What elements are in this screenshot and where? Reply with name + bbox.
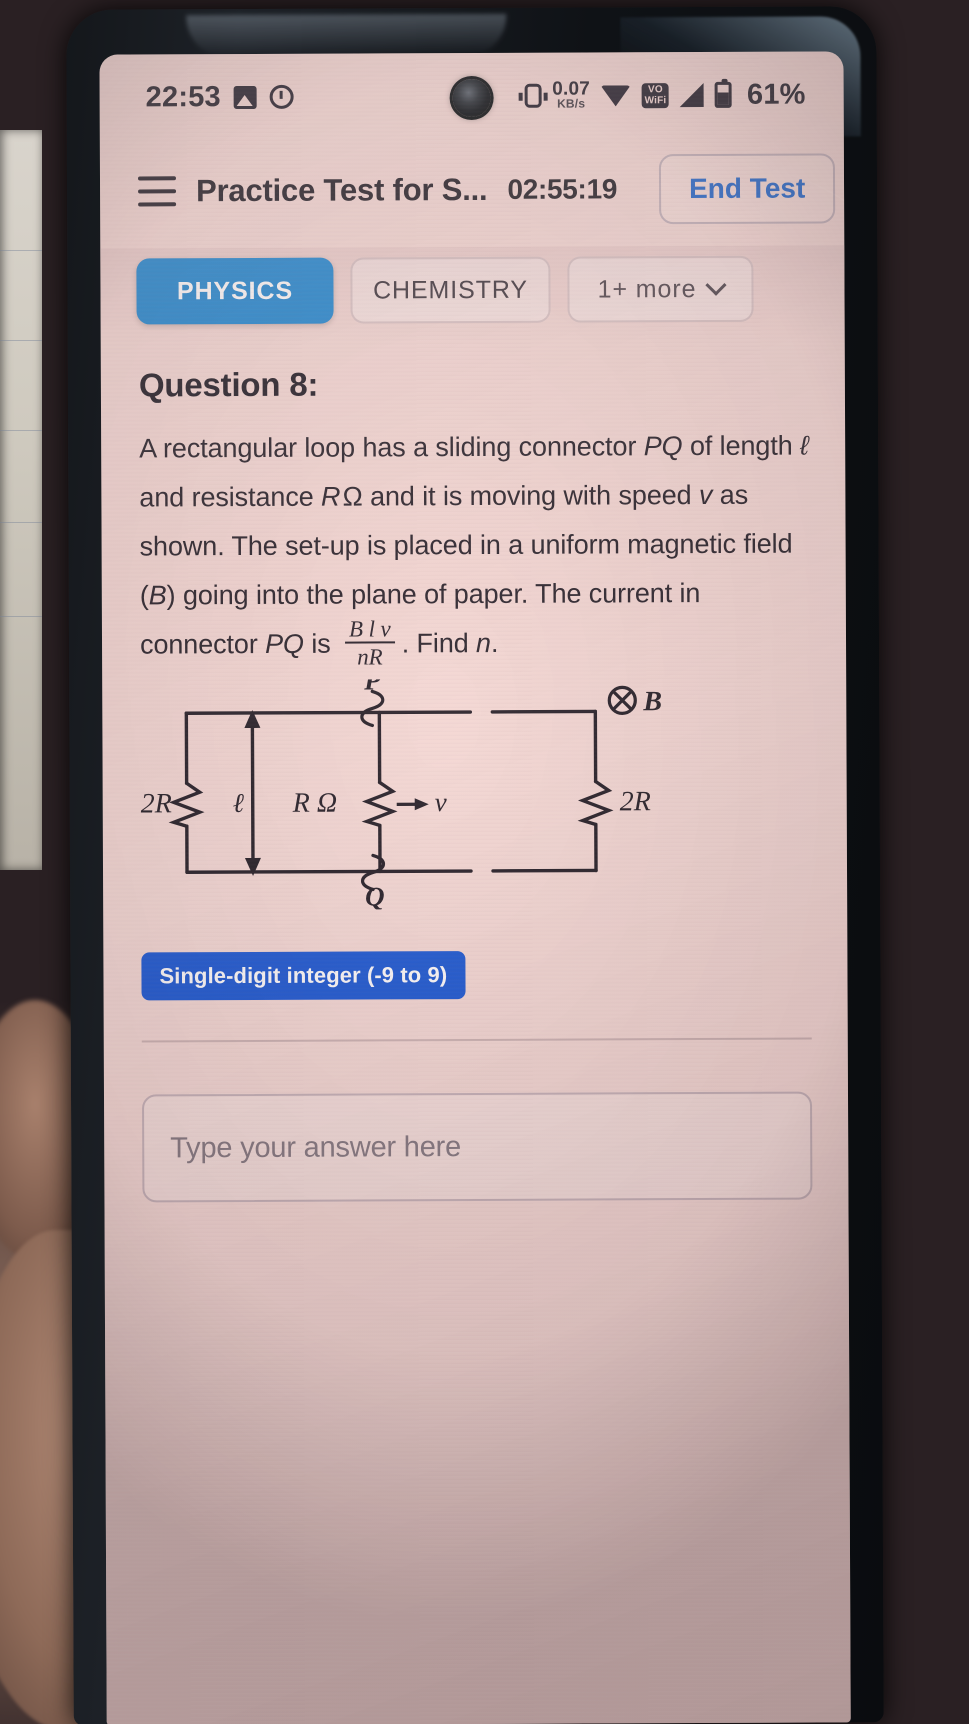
magnetic-field-into-page-icon [607, 685, 637, 715]
q-text-3: and resistance [139, 481, 322, 513]
background-paper [0, 130, 42, 870]
q-symbol-ell: ℓ [799, 430, 809, 461]
battery-percent-label: 61% [746, 78, 806, 111]
current-fraction: B l v nR [345, 616, 395, 670]
question-body: Question 8: A rectangular loop has a sli… [101, 343, 849, 1203]
tab-chemistry[interactable]: CHEMISTRY [350, 256, 551, 324]
q-text-2: of length [682, 430, 801, 462]
status-bar-left: 22:53 [146, 80, 294, 114]
photo-of-phone: 22:53 0.07 KB/s VO WiFi 61% Practice Tes… [0, 0, 969, 1724]
diagram-label-length: ℓ [233, 788, 245, 818]
diagram-label-p: P [363, 678, 381, 696]
q-text-9: . [490, 628, 499, 659]
q-text-1: A rectangular loop has a sliding connect… [139, 431, 644, 464]
q-symbol-pq-1: PQ [643, 431, 683, 462]
diagram-label-right-resistor: 2R [620, 786, 651, 817]
hamburger-menu-icon[interactable] [137, 176, 177, 207]
q-symbol-ohm: Ω [342, 481, 363, 512]
diagram-label-b: B [642, 686, 662, 717]
answer-input-placeholder: Type your answer here [170, 1130, 462, 1164]
battery-icon [714, 81, 733, 108]
status-bar-clock: 22:53 [145, 80, 221, 113]
diagram-label-left-resistor: 2R [141, 788, 172, 819]
answer-type-badge: Single-digit integer (-9 to 9) [141, 951, 466, 1001]
vowifi-icon: VO WiFi [641, 82, 670, 108]
q-text-4: and it is moving with speed [362, 480, 699, 512]
q-symbol-v: v [698, 479, 713, 511]
q-text-7: is [303, 628, 339, 659]
network-rate-unit: KB/s [557, 96, 586, 111]
clock-icon [269, 84, 294, 109]
end-test-button[interactable]: End Test [658, 153, 836, 225]
status-bar: 22:53 0.07 KB/s VO WiFi 61% [99, 51, 843, 132]
fraction-denominator: nR [345, 641, 395, 670]
question-text: A rectangular loop has a sliding connect… [139, 422, 810, 673]
tab-more-label: 1+ more [597, 274, 697, 303]
tab-more-subjects[interactable]: 1+ more [567, 255, 754, 323]
phone-screen: 22:53 0.07 KB/s VO WiFi 61% Practice Tes… [99, 51, 851, 1724]
network-rate-indicator: 0.07 KB/s [552, 79, 590, 111]
wifi-icon [600, 84, 632, 106]
answer-input[interactable]: Type your answer here [141, 1091, 813, 1203]
velocity-arrowhead [414, 798, 429, 811]
status-bar-right: 0.07 KB/s VO WiFi 61% [524, 78, 806, 112]
q-symbol-pq-2: PQ [265, 628, 304, 660]
fraction-numerator: B l v [348, 616, 391, 642]
question-number: Question 8: [138, 365, 319, 404]
tab-physics[interactable]: PHYSICS [136, 257, 334, 325]
q-symbol-r: R [320, 481, 341, 512]
gallery-icon [233, 85, 257, 109]
circuit-diagram: P Q B 2R 2R ℓ R Ω v [140, 678, 811, 911]
bezel-reflection-top [186, 13, 507, 58]
front-camera-punch-hole [452, 78, 491, 118]
test-timer: 02:55:19 [507, 173, 618, 205]
diagram-label-middle-resistor: R Ω [292, 788, 337, 819]
q-symbol-b: B [148, 580, 167, 611]
diagram-label-velocity: v [435, 787, 447, 817]
q-symbol-n: n [475, 628, 491, 659]
phone-device: 22:53 0.07 KB/s VO WiFi 61% Practice Tes… [66, 6, 884, 1724]
signal-icon [679, 82, 705, 108]
section-divider [141, 1037, 812, 1043]
vibrate-icon [524, 83, 542, 108]
diagram-label-q: Q [365, 881, 385, 910]
page-title: Practice Test for S... [195, 171, 488, 209]
q-text-8: . Find [401, 628, 477, 659]
subject-tabs: PHYSICS CHEMISTRY 1+ more [100, 245, 845, 347]
chevron-down-icon [705, 274, 727, 296]
app-header: Practice Test for S... 02:55:19 End Test [100, 129, 844, 248]
